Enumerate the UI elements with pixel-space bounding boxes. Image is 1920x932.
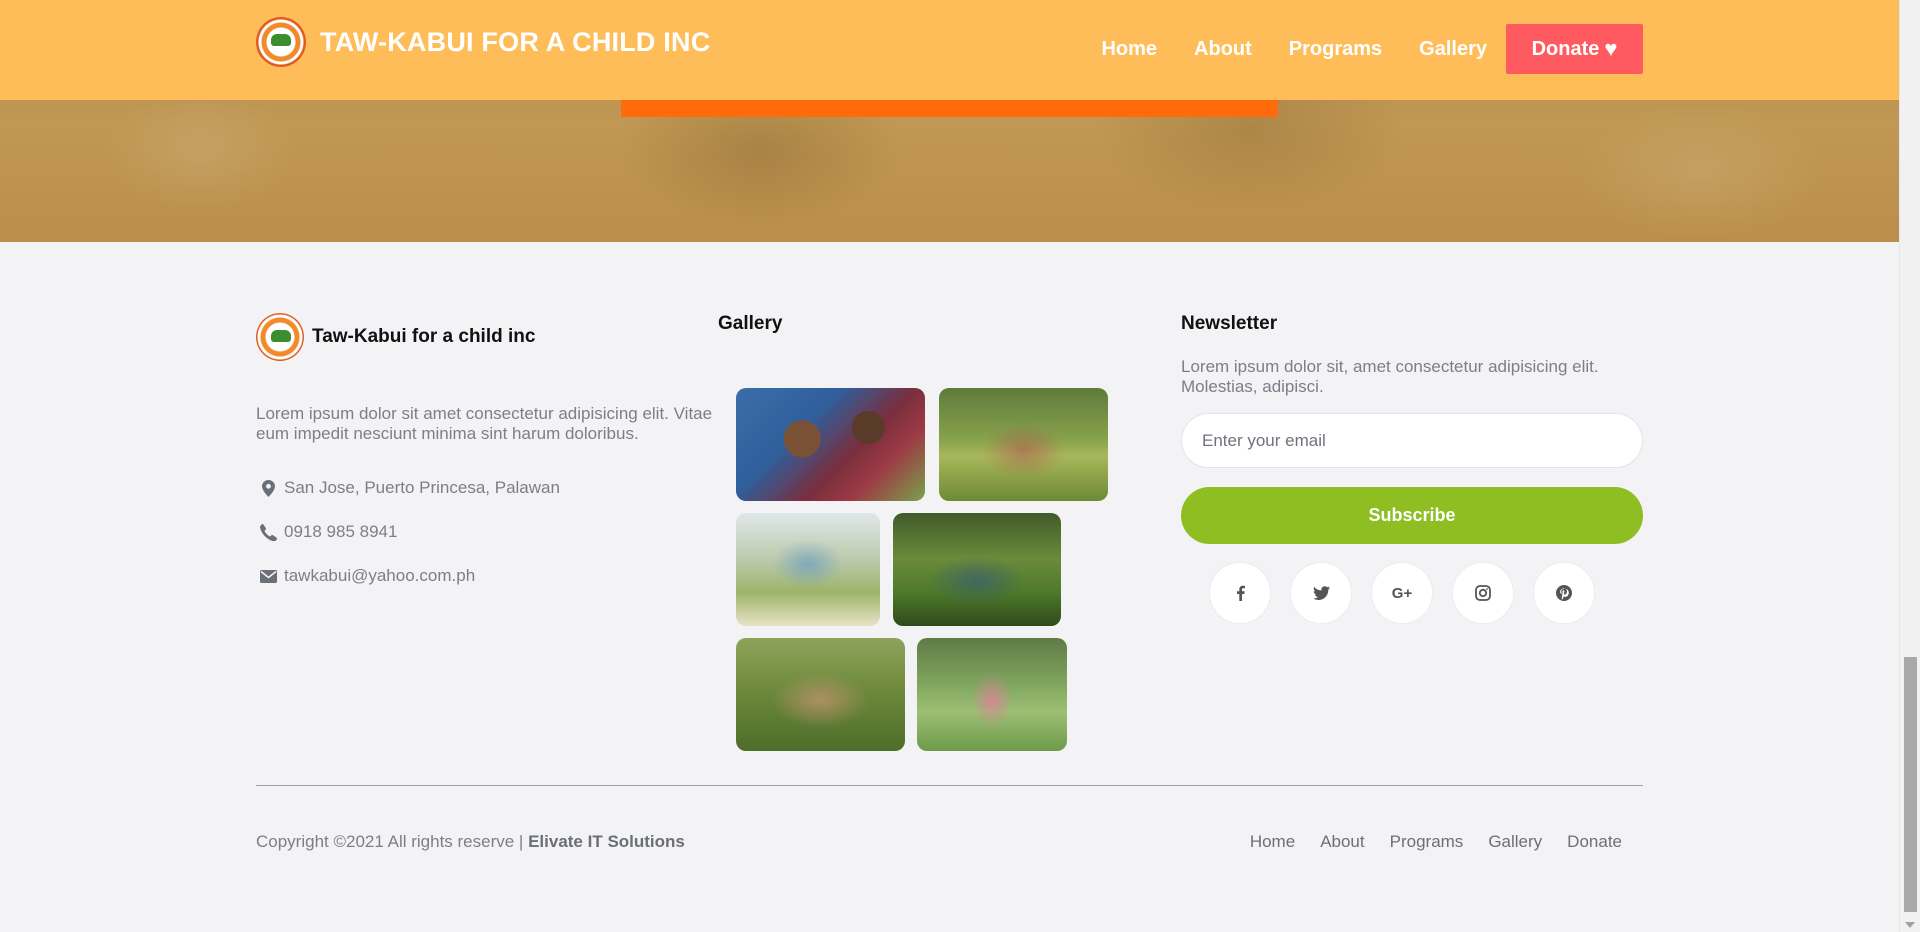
twitter-icon[interactable] (1290, 562, 1352, 624)
gallery-image[interactable] (736, 388, 925, 501)
company-link[interactable]: Elivate IT Solutions (528, 832, 685, 851)
footer-gallery: Gallery (718, 313, 782, 335)
nav-home[interactable]: Home (1101, 24, 1157, 74)
email-text[interactable]: tawkabui@yahoo.com.ph (284, 566, 475, 586)
social-links: G+ (1181, 562, 1643, 624)
gallery-image[interactable] (939, 388, 1108, 501)
copyright: Copyright ©2021 All rights reserve | Eli… (256, 832, 685, 852)
brand[interactable]: TAW-KABUI FOR A CHILD INC (256, 17, 710, 67)
vertical-scrollbar[interactable] (1899, 0, 1920, 932)
heart-icon: ♥ (1604, 36, 1618, 61)
contact-email: tawkabui@yahoo.com.ph (256, 566, 716, 586)
google-plus-icon[interactable]: G+ (1371, 562, 1433, 624)
logo (256, 17, 306, 67)
donate-button[interactable]: Donate ♥ (1506, 24, 1643, 74)
gallery-image[interactable] (736, 638, 905, 751)
footer-link-donate[interactable]: Donate (1567, 832, 1622, 852)
gallery-image[interactable] (736, 513, 880, 626)
footer-link-home[interactable]: Home (1250, 832, 1295, 852)
navbar: TAW-KABUI FOR A CHILD INC Home About Pro… (0, 0, 1899, 100)
phone-text[interactable]: 0918 985 8941 (284, 522, 397, 542)
nav-gallery[interactable]: Gallery (1419, 24, 1487, 74)
nav-links: Home About Programs Gallery Donate ♥ (1101, 24, 1899, 74)
gallery-title: Gallery (718, 313, 783, 334)
contact-address: San Jose, Puerto Princesa, Palawan (256, 478, 716, 498)
footer-brand: Taw-Kabui for a child inc (256, 313, 716, 361)
newsletter-title: Newsletter (1181, 313, 1278, 334)
nav-about[interactable]: About (1194, 24, 1252, 74)
scrollbar-thumb[interactable] (1904, 657, 1917, 912)
copyright-text: Copyright ©2021 All rights reserve | (256, 832, 529, 851)
footer-link-about[interactable]: About (1320, 832, 1364, 852)
instagram-icon[interactable] (1452, 562, 1514, 624)
gallery-grid (736, 388, 1116, 752)
hero-accent-bar (621, 99, 1278, 117)
page: TAW-KABUI FOR A CHILD INC Home About Pro… (0, 0, 1899, 932)
footer-about: Taw-Kabui for a child inc Lorem ipsum do… (256, 313, 716, 586)
phone-icon (256, 523, 280, 541)
donate-label: Donate (1531, 37, 1600, 60)
gallery-image[interactable] (917, 638, 1067, 751)
gallery-image[interactable] (893, 513, 1061, 626)
newsletter-description: Lorem ipsum dolor sit, amet consectetur … (1181, 357, 1599, 396)
map-pin-icon (256, 479, 280, 497)
envelope-icon (256, 569, 280, 583)
footer-links: Home About Programs Gallery Donate (1225, 832, 1622, 852)
facebook-icon[interactable] (1209, 562, 1271, 624)
footer-brand-title: Taw-Kabui for a child inc (312, 326, 536, 347)
footer-link-gallery[interactable]: Gallery (1488, 832, 1542, 852)
pinterest-icon[interactable] (1533, 562, 1595, 624)
brand-title: TAW-KABUI FOR A CHILD INC (320, 26, 711, 57)
scroll-down-arrow-icon[interactable] (1905, 922, 1915, 928)
footer-divider (256, 785, 1643, 786)
contact-phone: 0918 985 8941 (256, 522, 716, 542)
footer-newsletter: Newsletter Lorem ipsum dolor sit, amet c… (1181, 313, 1643, 624)
subscribe-button[interactable]: Subscribe (1181, 487, 1643, 544)
email-input[interactable] (1181, 413, 1643, 468)
footer-logo (256, 313, 304, 361)
footer-about-description: Lorem ipsum dolor sit amet consectetur a… (256, 404, 713, 443)
footer-link-programs[interactable]: Programs (1390, 832, 1464, 852)
address-text: San Jose, Puerto Princesa, Palawan (284, 478, 560, 497)
nav-programs[interactable]: Programs (1289, 24, 1382, 74)
